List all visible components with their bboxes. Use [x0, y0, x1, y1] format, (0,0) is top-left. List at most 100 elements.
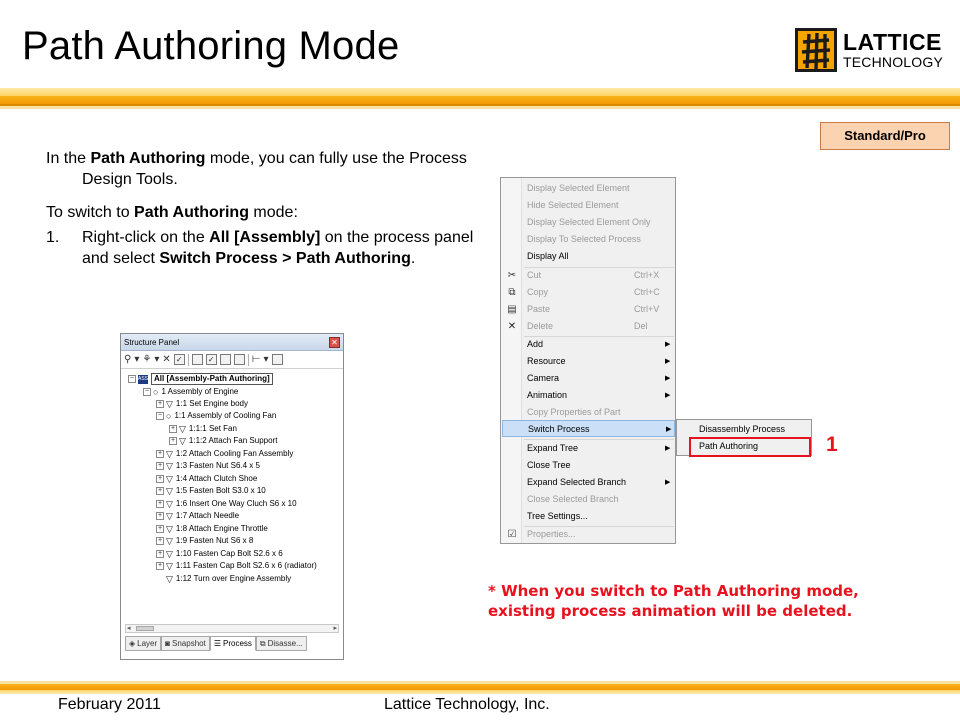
tab-process[interactable]: ☰ Process — [209, 636, 256, 651]
menu-item-display-to-selected-process[interactable]: Display To Selected Process — [501, 231, 676, 248]
triangle-step-icon: ▽ — [166, 461, 173, 471]
tree-node[interactable]: + ▽ 1:10 Fasten Cap Bolt S2.6 x 6 — [156, 548, 283, 560]
collapse-icon[interactable]: − — [128, 375, 136, 383]
menu-item-copy[interactable]: ⧉ Copy Ctrl+C — [501, 284, 676, 301]
submenu-arrow-icon: ▶ — [665, 445, 671, 452]
menu-item-display-all[interactable]: Display All — [501, 248, 676, 265]
triangle-step-icon: ▽ — [166, 511, 173, 521]
paste-icon: ▤ — [507, 304, 517, 315]
dropdown-arrow-icon[interactable]: ▾ — [263, 354, 268, 365]
tree-node[interactable]: + ▽ 1:3 Fasten Nut S6.4 x 5 — [156, 460, 260, 472]
check-tool-icon[interactable]: ✓ — [205, 354, 217, 365]
tree-node[interactable]: + ▽ 1:6 Insert One Way Cluch S6 x 10 — [156, 498, 297, 510]
submenu-item-disassembly-process[interactable]: Disassembly Process — [699, 421, 785, 438]
expand-icon[interactable]: + — [156, 450, 164, 458]
scroll-left-icon[interactable]: ◂ — [127, 624, 131, 632]
expand-icon[interactable]: + — [156, 525, 164, 533]
menu-item-switch-process[interactable]: Switch Process ▶ — [502, 420, 675, 437]
settings-tool-icon[interactable] — [271, 354, 283, 365]
menu-item-display-selected-element-only[interactable]: Display Selected Element Only — [501, 214, 676, 231]
view-tool-icon[interactable] — [191, 354, 203, 365]
footer-band — [0, 681, 960, 697]
tree-node[interactable]: + ▽ 1:11 Fasten Cap Bolt S2.6 x 6 (radia… — [156, 560, 317, 572]
edition-badge: Standard/Pro — [820, 122, 950, 150]
checkbox-tool-icon[interactable]: ✓ — [173, 354, 185, 365]
tab-disassembly[interactable]: ⧉ Disasse... — [255, 636, 307, 651]
menu-item-resource[interactable]: Resource ▶ — [501, 353, 676, 370]
delete-icon[interactable]: ✕ — [162, 354, 170, 365]
search-icon[interactable]: ⚲ — [124, 354, 131, 365]
structure-panel-tabs: ◈ Layer ◙ Snapshot ☰ Process ⧉ Disasse... — [125, 636, 339, 652]
assembly-icon: ASSY — [138, 374, 152, 384]
menu-item-properties[interactable]: ☑ Properties... — [501, 526, 676, 543]
menu-item-animation[interactable]: Animation ▶ — [501, 387, 676, 404]
dropdown-arrow-icon[interactable]: ▾ — [154, 354, 159, 365]
disassembly-icon: ⧉ — [259, 639, 266, 648]
expand-icon[interactable]: + — [156, 550, 164, 558]
tree-node[interactable]: + ▽ 1:8 Attach Engine Throttle — [156, 523, 268, 535]
menu-item-tree-settings[interactable]: Tree Settings... — [501, 508, 676, 525]
submenu-arrow-icon: ▶ — [665, 375, 671, 382]
menu-item-add[interactable]: Add ▶ — [501, 336, 676, 353]
collapse-icon[interactable]: − — [143, 388, 151, 396]
expand-icon[interactable]: + — [156, 562, 164, 570]
triangle-step-icon: ▽ — [166, 499, 173, 509]
horizontal-scrollbar[interactable]: ◂ ▸ — [125, 624, 339, 633]
tab-snapshot[interactable]: ◙ Snapshot — [161, 636, 210, 651]
expand-icon[interactable]: + — [156, 475, 164, 483]
tree-node[interactable]: + ▽ 1:7 Attach Needle — [156, 510, 239, 522]
menu-item-cut[interactable]: ✂ Cut Ctrl+X — [501, 267, 676, 284]
collapse-icon[interactable]: − — [156, 412, 164, 420]
triangle-step-icon: ▽ — [166, 574, 173, 584]
tree-node[interactable]: + ▽ 1:1 Set Engine body — [156, 398, 248, 410]
menu-item-close-selected-branch[interactable]: Close Selected Branch — [501, 491, 676, 508]
scissors-icon: ✂ — [507, 270, 517, 281]
scroll-right-icon[interactable]: ▸ — [333, 624, 337, 632]
tree-node[interactable]: + ▽ 1:9 Fasten Nut S6 x 8 — [156, 535, 253, 547]
circle-process-icon: ○ — [153, 387, 159, 397]
tree-node[interactable]: + ▽ 1:2 Attach Cooling Fan Assembly — [156, 448, 293, 460]
scrollbar-thumb[interactable] — [136, 626, 154, 631]
tab-layer[interactable]: ◈ Layer — [125, 636, 162, 651]
triangle-step-icon: ▽ — [166, 549, 173, 559]
expand-icon[interactable]: + — [156, 537, 164, 545]
tree-node[interactable]: − ○ 1:1 Assembly of Cooling Fan — [156, 410, 276, 422]
footer-company: Lattice Technology, Inc. — [384, 696, 550, 713]
close-icon[interactable]: ✕ — [329, 337, 340, 348]
menu-item-expand-selected-branch[interactable]: Expand Selected Branch ▶ — [501, 474, 676, 491]
tree-node-root[interactable]: − ASSY All [Assembly-Path Authoring] — [128, 373, 273, 385]
menu-item-expand-tree[interactable]: Expand Tree ▶ — [501, 440, 676, 457]
tree-node[interactable]: + ▽ 1:1:1 Set Fan — [169, 423, 237, 435]
expand-icon[interactable]: + — [156, 500, 164, 508]
menu-item-delete[interactable]: ✕ Delete Del — [501, 318, 676, 335]
expand-icon[interactable]: + — [156, 462, 164, 470]
expand-icon[interactable]: + — [156, 512, 164, 520]
layout-tool-icon[interactable]: ⊢ — [252, 354, 261, 365]
expand-icon[interactable]: + — [156, 487, 164, 495]
warning-note: * When you switch to Path Authoring mode… — [488, 582, 859, 620]
header-band — [0, 88, 960, 114]
submenu-arrow-icon: ▶ — [665, 341, 671, 348]
menu-item-paste[interactable]: ▤ Paste Ctrl+V — [501, 301, 676, 318]
menu-item-hide-selected-element[interactable]: Hide Selected Element — [501, 197, 676, 214]
menu-item-camera[interactable]: Camera ▶ — [501, 370, 676, 387]
expand-icon[interactable]: + — [156, 400, 164, 408]
menu-item-close-tree[interactable]: Close Tree — [501, 457, 676, 474]
tree-node[interactable]: + ▽ 1:5 Fasten Bolt S3.0 x 10 — [156, 485, 266, 497]
structure-panel-title: Structure Panel — [124, 338, 180, 347]
submenu-arrow-icon: ▶ — [665, 479, 671, 486]
tree-node[interactable]: + ▽ 1:4 Attach Clutch Shoe — [156, 473, 257, 485]
dropdown-arrow-icon[interactable]: ▾ — [134, 354, 139, 365]
edit-tool-icon[interactable] — [219, 354, 231, 365]
menu-item-copy-properties-of-part[interactable]: Copy Properties of Part — [501, 404, 676, 421]
expand-icon[interactable]: + — [169, 425, 177, 433]
tree-filter-icon[interactable]: ⚘ — [142, 354, 151, 365]
expand-icon[interactable]: + — [169, 437, 177, 445]
circle-process-icon: ○ — [166, 411, 172, 421]
tree-node[interactable]: ▽ 1:12 Turn over Engine Assembly — [166, 573, 291, 585]
tree-node[interactable]: − ○ 1 Assembly of Engine — [143, 386, 238, 398]
menu-item-display-selected-element[interactable]: Display Selected Element — [501, 180, 676, 197]
submenu-arrow-icon: ▶ — [665, 358, 671, 365]
tree-node[interactable]: + ▽ 1:1:2 Attach Fan Support — [169, 435, 277, 447]
list-tool-icon[interactable] — [233, 354, 245, 365]
